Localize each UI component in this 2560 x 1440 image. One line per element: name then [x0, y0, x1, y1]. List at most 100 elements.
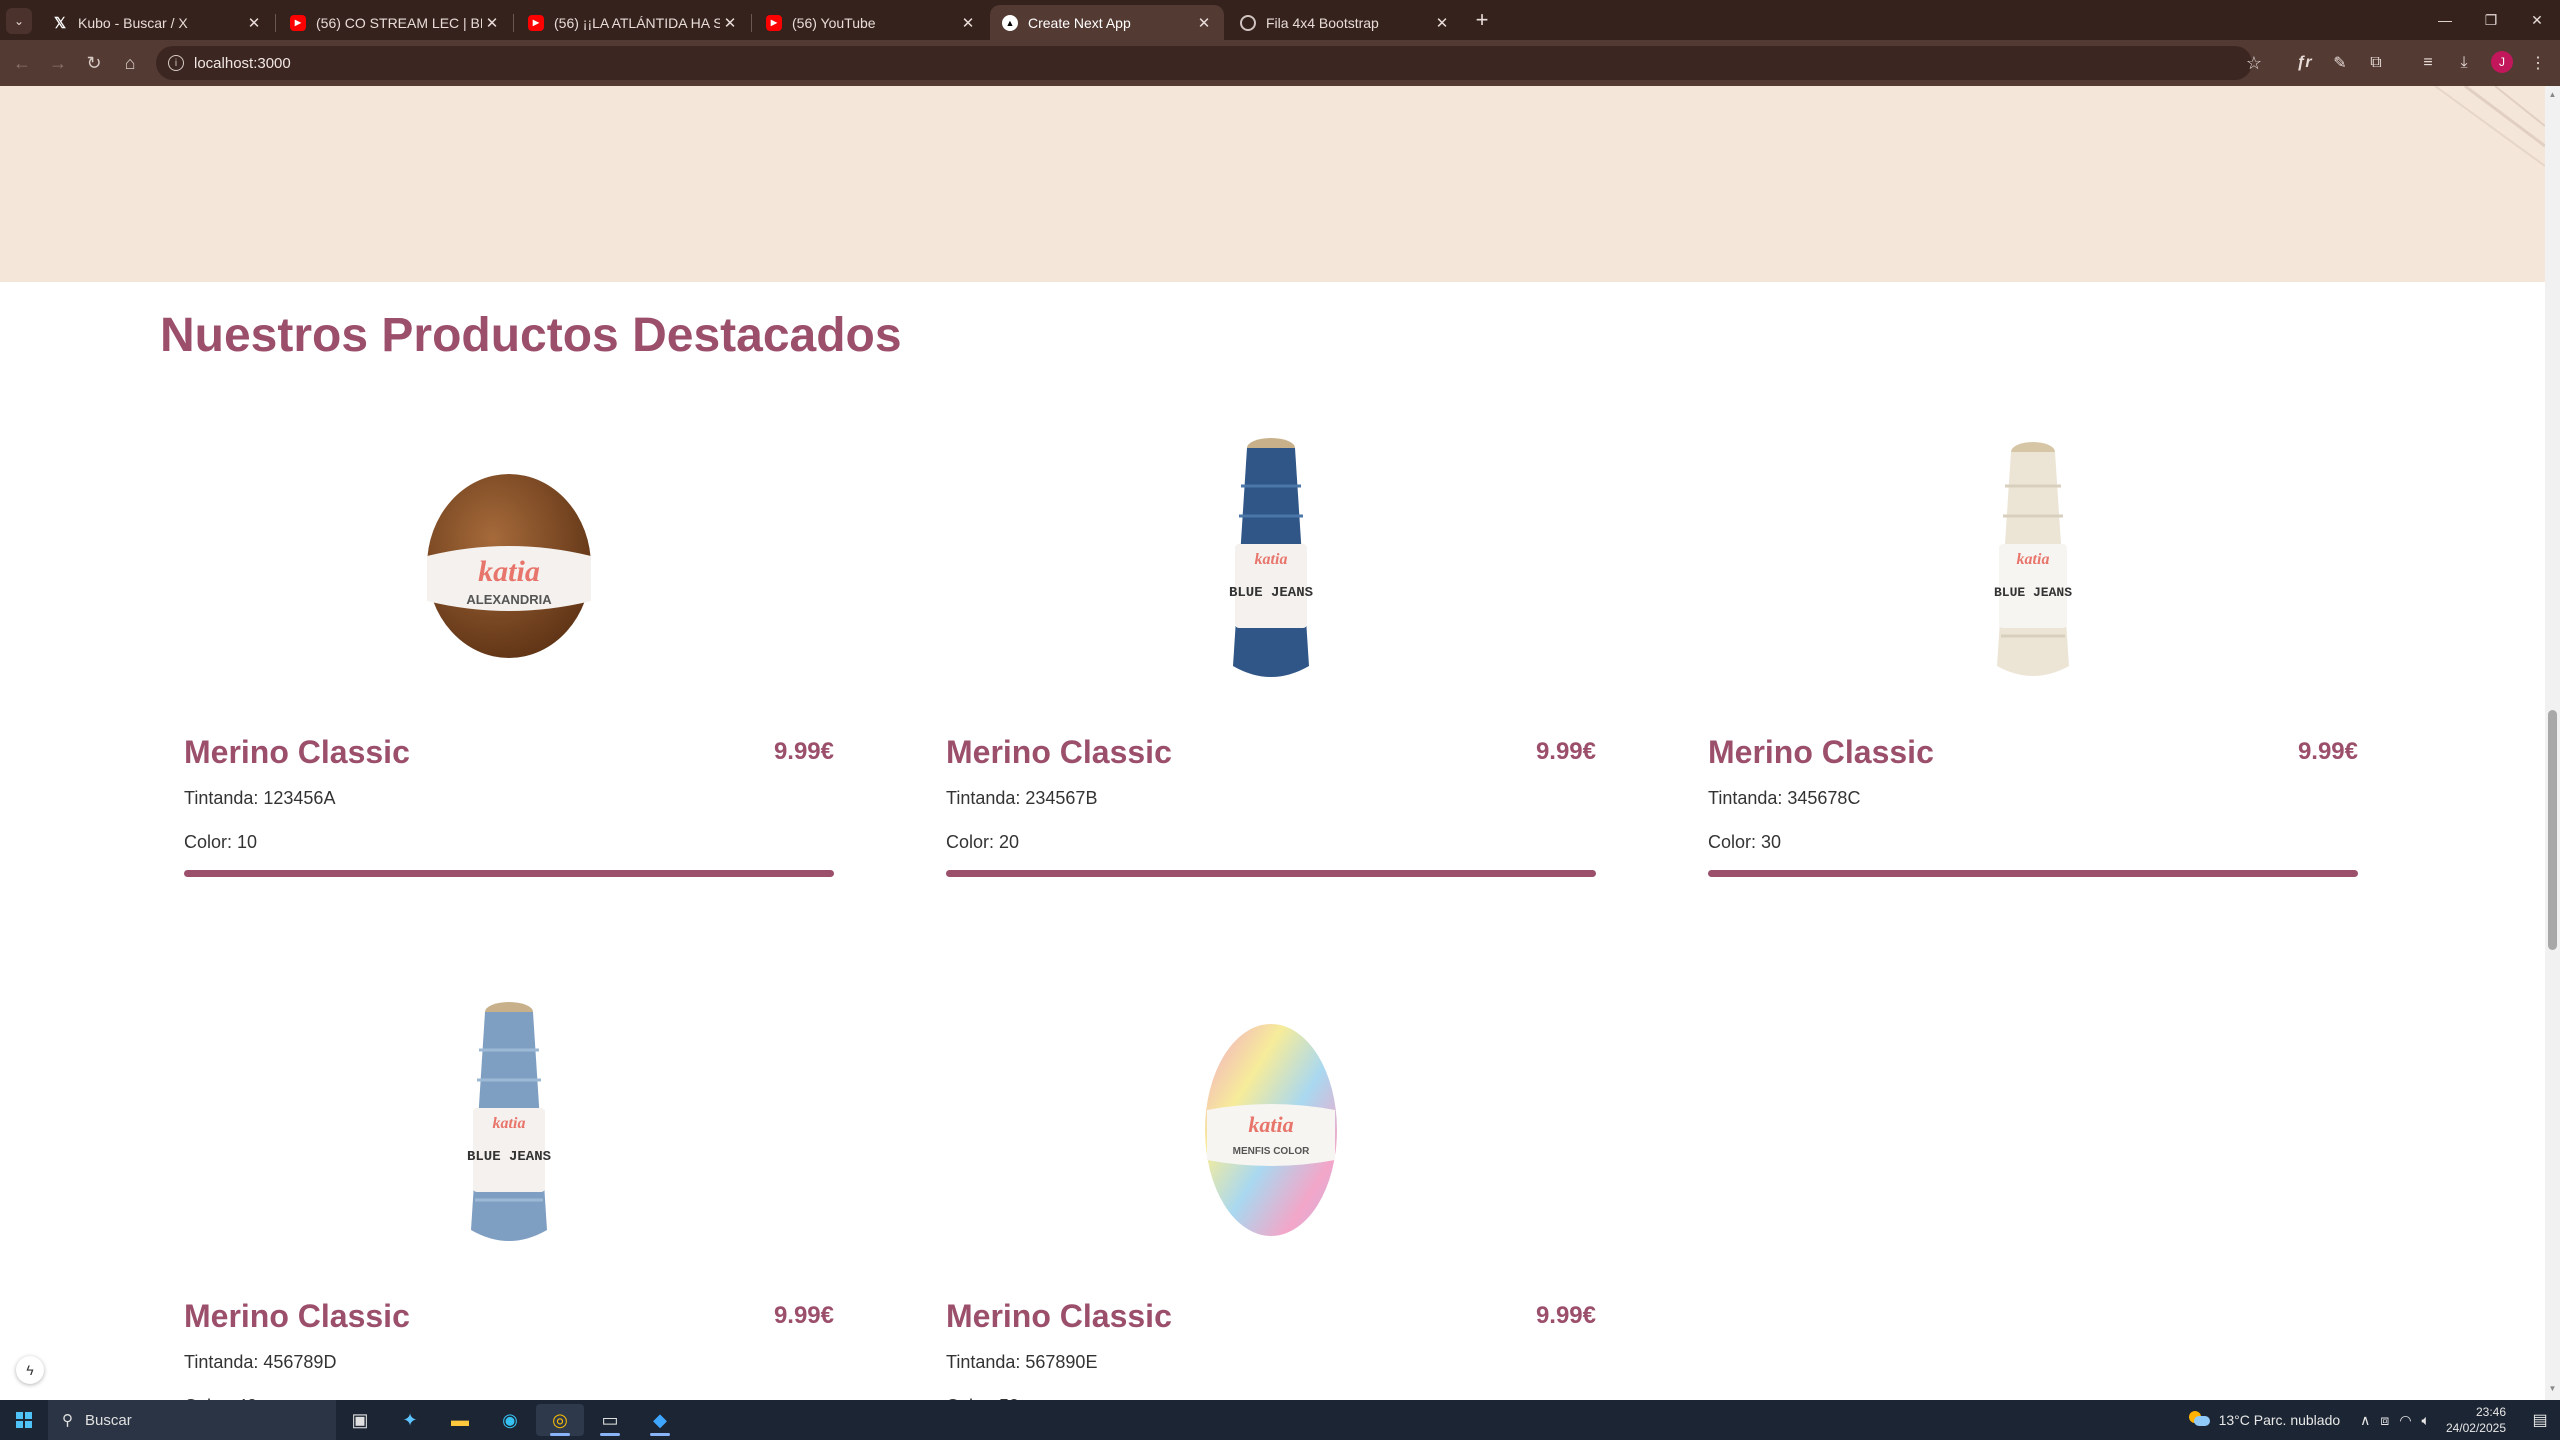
- section-title: Nuestros Productos Destacados: [160, 309, 902, 362]
- copilot-icon[interactable]: ✦: [386, 1404, 434, 1436]
- product-color: Color: 10: [184, 832, 258, 852]
- svg-text:katia: katia: [478, 555, 540, 588]
- restore-icon[interactable]: ❐: [2468, 0, 2514, 40]
- scroll-up-icon[interactable]: ▲: [2548, 90, 2557, 102]
- start-button[interactable]: [0, 1400, 48, 1440]
- product-tint: Tintanda: 234567B: [946, 788, 1098, 808]
- clock[interactable]: 23:46 24/02/2025: [2446, 1404, 2506, 1436]
- product-card[interactable]: katia ALEXANDRIA Merino Classic 9.99€ Ti…: [184, 426, 834, 946]
- page-scrollbar[interactable]: ▲ ▼: [2545, 86, 2560, 1400]
- terminal-icon[interactable]: ▭: [586, 1404, 634, 1436]
- volume-icon[interactable]: 🔈︎: [2422, 1412, 2430, 1429]
- product-price: 9.99€: [1535, 738, 1596, 765]
- downloads-icon[interactable]: ⤓: [2450, 49, 2478, 77]
- product-tint: Tintanda: 567890E: [946, 1352, 1098, 1372]
- close-tab-icon[interactable]: ✕: [482, 14, 502, 32]
- nextjs-dev-tools-icon[interactable]: ϟ: [16, 1356, 44, 1384]
- close-tab-icon[interactable]: ✕: [244, 14, 264, 32]
- youtube-icon: ▶: [766, 14, 782, 31]
- close-tab-icon[interactable]: ✕: [720, 14, 740, 32]
- product-name: Merino Classic: [946, 1298, 1172, 1334]
- browser-tab-bootstrap[interactable]: Fila 4x4 Bootstrap ✕: [1228, 5, 1462, 40]
- network-icon[interactable]: ⧈: [2380, 1412, 2389, 1429]
- scroll-down-icon[interactable]: ▼: [2548, 1384, 2557, 1396]
- notification-icon[interactable]: ▤: [2520, 1400, 2560, 1440]
- product-image: katia ALEXANDRIA: [184, 426, 834, 706]
- url-text: localhost:3000: [194, 54, 291, 72]
- new-tab-button[interactable]: +: [1468, 6, 1496, 34]
- windows-logo-icon: [16, 1412, 32, 1428]
- weather-text: 13°C Parc. nublado: [2218, 1412, 2341, 1428]
- vscode-icon[interactable]: ◆: [636, 1404, 684, 1436]
- media-controls-icon[interactable]: ≡: [2414, 49, 2442, 77]
- product-card[interactable]: katia BLUE JEANS Merino Classic 9.99€ Ti…: [1708, 426, 2358, 946]
- youtube-icon: ▶: [290, 14, 306, 31]
- svg-text:katia: katia: [493, 1115, 526, 1132]
- close-window-icon[interactable]: ✕: [2514, 0, 2560, 40]
- product-card[interactable]: katia BLUE JEANS Merino Classic 9.99€ Ti…: [184, 990, 834, 1400]
- minimize-icon[interactable]: —: [2422, 0, 2468, 40]
- product-image: katia MENFIS COLOR: [946, 990, 1596, 1270]
- site-info-icon[interactable]: i: [168, 55, 184, 71]
- svg-text:katia: katia: [1255, 551, 1288, 568]
- product-image: katia BLUE JEANS: [946, 426, 1596, 706]
- bookmark-star-icon[interactable]: ☆: [2240, 49, 2268, 77]
- forward-icon[interactable]: →: [44, 49, 72, 77]
- extension-pen-icon[interactable]: ✎: [2326, 49, 2354, 77]
- browser-toolbar: ← → ↻ ⌂ i localhost:3000 ☆ ƒr ✎ ⧉ ≡ ⤓ ⋮: [0, 40, 2560, 86]
- page-viewport: Nuestros Productos Destacados katia ALEX…: [0, 86, 2545, 1400]
- product-name: Merino Classic: [1708, 734, 1934, 770]
- tab-title: (56) YouTube: [792, 14, 876, 31]
- tab-search-dropdown[interactable]: ⌄: [6, 8, 32, 34]
- partly-cloudy-icon: [2188, 1411, 2211, 1429]
- show-hidden-icons-icon[interactable]: ∧: [2360, 1412, 2370, 1429]
- edge-icon[interactable]: ◉: [486, 1404, 534, 1436]
- chrome-icon[interactable]: ◎: [536, 1404, 584, 1436]
- extension-font-icon[interactable]: ƒr: [2290, 49, 2318, 77]
- product-divider-bar: [946, 870, 1596, 877]
- profile-avatar[interactable]: J: [2491, 51, 2513, 73]
- home-icon[interactable]: ⌂: [116, 49, 144, 77]
- file-explorer-icon[interactable]: ▬: [436, 1404, 484, 1436]
- browser-tab-create-next-app[interactable]: ▲ Create Next App ✕: [990, 5, 1224, 40]
- product-name: Merino Classic: [184, 734, 410, 770]
- svg-text:ALEXANDRIA: ALEXANDRIA: [466, 592, 552, 607]
- product-price: 9.99€: [1535, 1302, 1596, 1329]
- back-icon[interactable]: ←: [8, 49, 36, 77]
- extensions-puzzle-icon[interactable]: ⧉: [2362, 49, 2390, 77]
- youtube-icon: ▶: [528, 14, 544, 31]
- product-name: Merino Classic: [184, 1298, 410, 1334]
- product-price: 9.99€: [773, 1302, 834, 1329]
- browser-tab-costream[interactable]: ▶ (56) CO STREAM LEC | BDS VS FNC ✕: [278, 5, 512, 40]
- taskbar-search[interactable]: ⚲ Buscar: [48, 1400, 336, 1440]
- address-bar[interactable]: i localhost:3000: [156, 46, 2252, 80]
- task-view-icon[interactable]: ▣: [336, 1404, 384, 1436]
- close-tab-icon[interactable]: ✕: [1194, 14, 1214, 32]
- system-tray: 13°C Parc. nublado ∧ ⧈ ◠ 🔈︎ 23:46 24/02/…: [2188, 1400, 2560, 1440]
- svg-text:katia: katia: [1248, 1112, 1293, 1137]
- tab-title: Kubo - Buscar / X: [78, 14, 188, 31]
- svg-text:BLUE JEANS: BLUE JEANS: [1994, 585, 2072, 600]
- weather-widget[interactable]: 13°C Parc. nublado: [2188, 1411, 2341, 1429]
- windows-taskbar: ⚲ Buscar ▣ ✦ ▬ ◉ ◎ ▭ ◆ 13°C Parc. nublad…: [0, 1400, 2560, 1440]
- browser-tab-atlantida[interactable]: ▶ (56) ¡¡LA ATLÁNTIDA HA SIDO ENCONTRADA…: [516, 5, 750, 40]
- close-tab-icon[interactable]: ✕: [958, 14, 978, 32]
- product-card[interactable]: katia BLUE JEANS Merino Classic 9.99€ Ti…: [946, 426, 1596, 946]
- tab-title: Create Next App: [1028, 14, 1131, 31]
- scrollbar-thumb[interactable]: [2548, 710, 2557, 950]
- browser-tab-bar: ⌄ 𝕏 Kubo - Buscar / X ✕ ▶ (56) CO STREAM…: [0, 0, 2560, 40]
- product-divider-bar: [1708, 870, 2358, 877]
- menu-kebab-icon[interactable]: ⋮: [2524, 49, 2552, 77]
- product-image: katia BLUE JEANS: [1708, 426, 2358, 706]
- browser-tab-kubo[interactable]: 𝕏 Kubo - Buscar / X ✕: [40, 5, 274, 40]
- product-tint: Tintanda: 345678C: [1708, 788, 1861, 808]
- wifi-icon[interactable]: ◠: [2399, 1412, 2411, 1429]
- reload-icon[interactable]: ↻: [80, 49, 108, 77]
- close-tab-icon[interactable]: ✕: [1432, 14, 1452, 32]
- browser-tab-youtube[interactable]: ▶ (56) YouTube ✕: [754, 5, 988, 40]
- tab-title: (56) CO STREAM LEC | BDS VS FNC: [316, 14, 482, 31]
- product-tint: Tintanda: 123456A: [184, 788, 336, 808]
- tab-title: Fila 4x4 Bootstrap: [1266, 14, 1379, 31]
- product-card[interactable]: katia MENFIS COLOR Merino Classic 9.99€ …: [946, 990, 1596, 1400]
- hero-decoration: [2434, 86, 2545, 167]
